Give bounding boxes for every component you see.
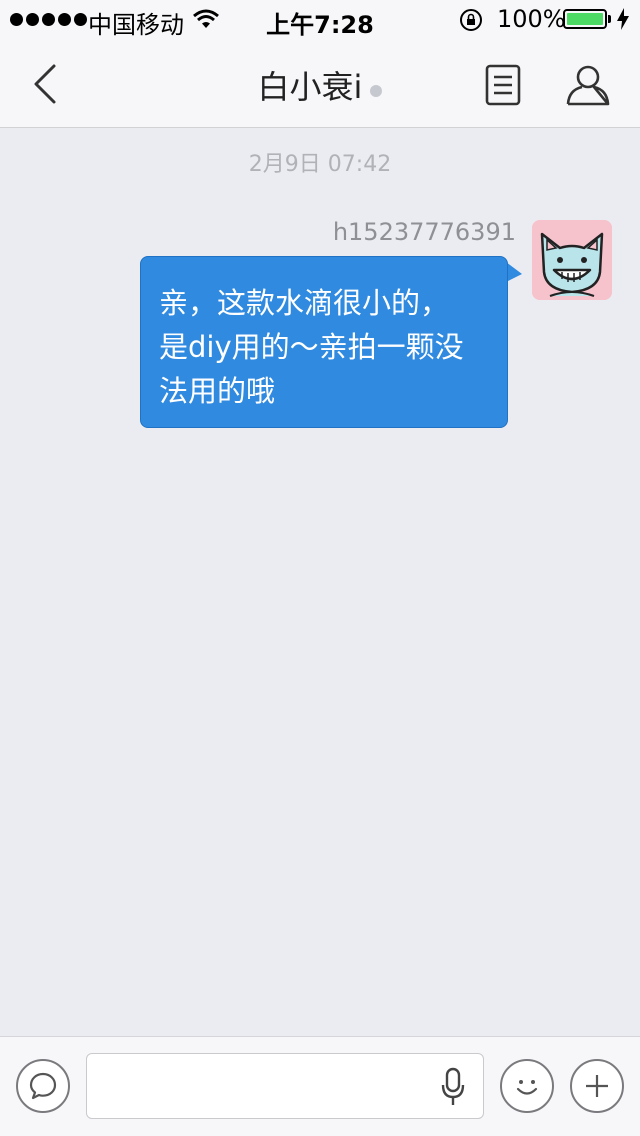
status-dot-icon <box>370 84 383 97</box>
cat-avatar-icon <box>532 220 612 300</box>
input-toolbar <box>0 1036 640 1136</box>
charging-icon <box>617 8 629 30</box>
person-icon[interactable] <box>565 64 611 106</box>
add-button[interactable] <box>570 1059 624 1113</box>
sender-name: h15237776391 <box>332 218 516 246</box>
navigation-bar: 白小衰i <box>0 40 640 128</box>
message-line: 是diy用的～亲拍一颗没 <box>159 330 464 364</box>
microphone-icon[interactable] <box>440 1067 466 1107</box>
message-bubble[interactable]: 亲，这款水滴很小的， 是diy用的～亲拍一颗没 法用的哦 <box>140 256 508 428</box>
message-line: 法用的哦 <box>159 374 276 408</box>
smiley-icon <box>516 1080 538 1095</box>
message-timestamp: 2月9日 07:42 <box>248 152 392 177</box>
message-line: 亲，这款水滴很小的， <box>159 286 450 320</box>
bubble-tail <box>506 262 522 282</box>
battery-icon <box>563 9 607 29</box>
chat-title: 白小衰i <box>0 62 640 108</box>
plus-icon <box>586 1075 608 1097</box>
document-icon[interactable] <box>484 64 522 106</box>
status-bar: 中国移动 上午7:28 100% <box>0 0 640 40</box>
rotation-lock-icon <box>460 9 482 31</box>
emoji-button[interactable] <box>500 1059 554 1113</box>
message-input[interactable] <box>86 1053 484 1119</box>
avatar[interactable] <box>532 220 612 300</box>
contact-name: 白小衰i <box>257 68 363 106</box>
speech-bubble-icon <box>29 1072 57 1100</box>
voice-button[interactable] <box>16 1059 70 1113</box>
battery-percentage: 100% <box>497 5 566 33</box>
